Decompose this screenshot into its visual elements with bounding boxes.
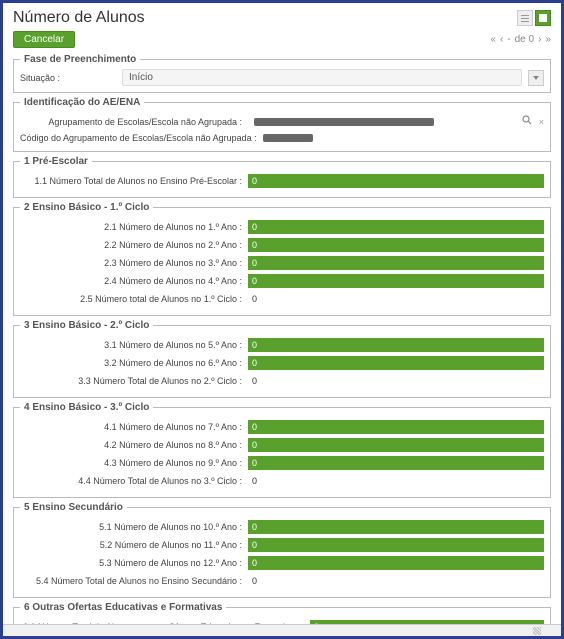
sec4-r2-label: 4.2 Número de Alunos no 8.º Ano : <box>20 440 248 450</box>
sec5-r1-label: 5.1 Número de Alunos no 10.º Ano : <box>20 522 248 532</box>
pager-prev-icon[interactable]: ‹ <box>500 34 503 45</box>
fase-legend: Fase de Preenchimento <box>20 54 140 65</box>
fase-fieldset: Fase de Preenchimento Situação : Início <box>13 54 551 93</box>
sec5-r1-input[interactable]: 0 <box>248 520 544 534</box>
pager-next-icon[interactable]: › <box>538 34 541 45</box>
sec2-r4-input[interactable]: 0 <box>248 274 544 288</box>
app-frame: Número de Alunos Cancelar « ‹ - de 0 › » <box>0 0 564 639</box>
ident-fieldset: Identificação do AE/ENA Agrupamento de E… <box>13 97 551 152</box>
sec4-r4-value: 0 <box>248 474 544 488</box>
sec4-r1-label: 4.1 Número de Alunos no 7.º Ano : <box>20 422 248 432</box>
situacao-select[interactable]: Início <box>122 69 522 86</box>
sec6-legend: 6 Outras Ofertas Educativas e Formativas <box>20 602 226 613</box>
sec5-r4-label: 5.4 Número Total de Alunos no Ensino Sec… <box>20 576 248 586</box>
toolbar: Cancelar « ‹ - de 0 › » <box>13 31 551 48</box>
sec2-fieldset: 2 Ensino Básico - 1.º Ciclo 2.1 Número d… <box>13 202 551 316</box>
resize-handle-icon[interactable] <box>533 627 541 635</box>
sec3-r1-label: 3.1 Número de Alunos no 5.º Ano : <box>20 340 248 350</box>
sec2-r1-input[interactable]: 0 <box>248 220 544 234</box>
sec4-legend: 4 Ensino Básico - 3.º Ciclo <box>20 402 153 413</box>
sec6-fieldset: 6 Outras Ofertas Educativas e Formativas… <box>13 602 551 624</box>
sec1-r1-label: 1.1 Número Total de Alunos no Ensino Pré… <box>20 176 248 186</box>
sec2-r3-input[interactable]: 0 <box>248 256 544 270</box>
sec5-r2-input[interactable]: 0 <box>248 538 544 552</box>
sec2-r3-label: 2.3 Número de Alunos no 3.º Ano : <box>20 258 248 268</box>
page-header: Número de Alunos <box>13 9 551 27</box>
codigo-label: Código do Agrupamento de Escolas/Escola … <box>20 133 263 143</box>
sec2-r5-value: 0 <box>248 292 544 306</box>
sec4-r1-input[interactable]: 0 <box>248 420 544 434</box>
sec5-r3-label: 5.3 Número de Alunos no 12.º Ano : <box>20 558 248 568</box>
situacao-value: Início <box>129 72 153 83</box>
pager-text: de 0 <box>515 34 534 45</box>
sec4-fieldset: 4 Ensino Básico - 3.º Ciclo 4.1 Número d… <box>13 402 551 498</box>
sec4-r2-input[interactable]: 0 <box>248 438 544 452</box>
sec1-fieldset: 1 Pré-Escolar 1.1 Número Total de Alunos… <box>13 156 551 198</box>
sec3-r3-value: 0 <box>248 374 544 388</box>
sec3-r2-label: 3.2 Número de Alunos no 6.º Ano : <box>20 358 248 368</box>
agrup-label: Agrupamento de Escolas/Escola não Agrupa… <box>20 117 248 127</box>
clear-icon[interactable]: × <box>539 117 544 127</box>
sec1-r1-input[interactable]: 0 <box>248 174 544 188</box>
sec3-fieldset: 3 Ensino Básico - 2.º Ciclo 3.1 Número d… <box>13 320 551 398</box>
sec3-r2-input[interactable]: 0 <box>248 356 544 370</box>
sec2-legend: 2 Ensino Básico - 1.º Ciclo <box>20 202 153 213</box>
codigo-value-redacted <box>263 134 313 142</box>
agrup-value-redacted <box>254 118 434 126</box>
sec2-r4-label: 2.4 Número de Alunos no 4.º Ano : <box>20 276 248 286</box>
content-area: Número de Alunos Cancelar « ‹ - de 0 › » <box>3 3 561 624</box>
ident-legend: Identificação do AE/ENA <box>20 97 144 108</box>
situacao-label: Situação : <box>20 73 116 83</box>
pager-dash: - <box>507 34 510 45</box>
search-icon[interactable] <box>521 114 533 129</box>
sec5-r4-value: 0 <box>248 574 544 588</box>
sec3-legend: 3 Ensino Básico - 2.º Ciclo <box>20 320 153 331</box>
pager: « ‹ - de 0 › » <box>490 34 551 45</box>
page-title: Número de Alunos <box>13 9 145 27</box>
sec1-legend: 1 Pré-Escolar <box>20 156 92 167</box>
sec3-r3-label: 3.3 Número Total de Alunos no 2.º Ciclo … <box>20 376 248 386</box>
sec3-r1-input[interactable]: 0 <box>248 338 544 352</box>
sec5-r2-label: 5.2 Número de Alunos no 11.º Ano : <box>20 540 248 550</box>
sec5-legend: 5 Ensino Secundário <box>20 502 127 513</box>
view-form-button[interactable] <box>535 10 551 26</box>
view-toggles <box>517 10 551 26</box>
view-list-button[interactable] <box>517 10 533 26</box>
pager-first-icon[interactable]: « <box>490 34 496 45</box>
sec4-r3-label: 4.3 Número de Alunos no 9.º Ano : <box>20 458 248 468</box>
pager-last-icon[interactable]: » <box>545 34 551 45</box>
sec2-r1-label: 2.1 Número de Alunos no 1.º Ano : <box>20 222 248 232</box>
sec2-r2-input[interactable]: 0 <box>248 238 544 252</box>
situacao-dropdown-icon[interactable] <box>528 70 544 86</box>
sec5-r3-input[interactable]: 0 <box>248 556 544 570</box>
cancel-button[interactable]: Cancelar <box>13 31 75 48</box>
sec5-fieldset: 5 Ensino Secundário 5.1 Número de Alunos… <box>13 502 551 598</box>
sec4-r3-input[interactable]: 0 <box>248 456 544 470</box>
sec2-r5-label: 2.5 Número total de Alunos no 1.º Ciclo … <box>20 294 248 304</box>
sec2-r2-label: 2.2 Número de Alunos no 2.º Ano : <box>20 240 248 250</box>
footer-bar <box>3 624 561 636</box>
sec4-r4-label: 4.4 Número Total de Alunos no 3.º Ciclo … <box>20 476 248 486</box>
